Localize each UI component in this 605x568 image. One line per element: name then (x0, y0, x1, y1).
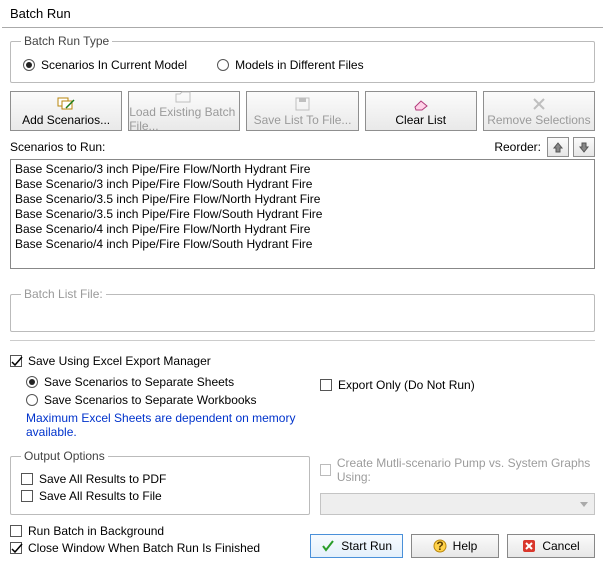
run-background-check[interactable]: Run Batch in Background (10, 524, 260, 538)
graphs-select (320, 493, 595, 515)
batch-run-type-legend: Batch Run Type (21, 34, 112, 48)
create-graphs-check: Create Mutli-scenario Pump vs. System Gr… (320, 456, 595, 484)
reorder-label: Reorder: (494, 140, 541, 154)
button-label: Cancel (542, 539, 579, 553)
check-label: Export Only (Do Not Run) (338, 378, 475, 392)
eraser-icon (412, 96, 430, 112)
save-file-check[interactable]: Save All Results to File (21, 489, 299, 503)
clear-list-button[interactable]: Clear List (365, 91, 477, 131)
radio-dot-icon (23, 59, 35, 71)
svg-text:?: ? (436, 539, 443, 553)
list-item[interactable]: Base Scenario/3 inch Pipe/Fire Flow/Nort… (15, 162, 590, 177)
checkbox-icon (21, 490, 33, 502)
radio-dot-icon (26, 394, 38, 406)
save-excel-check[interactable]: Save Using Excel Export Manager (10, 354, 211, 368)
batch-list-file-legend: Batch List File: (21, 287, 106, 301)
list-item[interactable]: Base Scenario/4 inch Pipe/Fire Flow/Nort… (15, 222, 590, 237)
add-scenarios-button[interactable]: Add Scenarios... (10, 91, 122, 131)
radio-label: Save Scenarios to Separate Sheets (44, 375, 234, 389)
check-label: Save Using Excel Export Manager (28, 354, 211, 368)
output-options-group: Output Options Save All Results to PDF S… (10, 449, 310, 515)
arrow-up-icon (552, 141, 564, 153)
checkbox-icon (21, 473, 33, 485)
radio-models-different-files[interactable]: Models in Different Files (217, 58, 364, 72)
scenarios-label: Scenarios to Run: (10, 140, 105, 154)
button-label: Save List To File... (254, 113, 352, 127)
check-label: Save All Results to File (39, 489, 162, 503)
radio-label: Scenarios In Current Model (41, 58, 187, 72)
radio-scenarios-current-model[interactable]: Scenarios In Current Model (23, 58, 187, 72)
checkbox-icon (10, 542, 22, 554)
check-icon (321, 539, 335, 553)
button-label: Remove Selections (487, 113, 590, 127)
toolbar: Add Scenarios... Load Existing Batch Fil… (10, 91, 595, 131)
window-title: Batch Run (0, 0, 605, 25)
remove-selections-button: Remove Selections (483, 91, 595, 131)
scenarios-listbox[interactable]: Base Scenario/3 inch Pipe/Fire Flow/Nort… (10, 159, 595, 269)
radio-dot-icon (26, 376, 38, 388)
save-list-button: Save List To File... (246, 91, 358, 131)
check-label: Save All Results to PDF (39, 472, 166, 486)
output-options-legend: Output Options (21, 449, 108, 463)
radio-separate-sheets[interactable]: Save Scenarios to Separate Sheets (26, 375, 310, 389)
excel-hint: Maximum Excel Sheets are dependent on me… (26, 411, 310, 439)
save-pdf-check[interactable]: Save All Results to PDF (21, 472, 299, 486)
cancel-button[interactable]: Cancel (507, 534, 595, 558)
button-label: Add Scenarios... (22, 113, 110, 127)
check-label: Create Mutli-scenario Pump vs. System Gr… (337, 456, 595, 484)
checkbox-icon (10, 525, 22, 537)
check-label: Run Batch in Background (28, 524, 164, 538)
folder-open-icon (175, 90, 193, 104)
button-label: Help (453, 539, 478, 553)
save-icon (295, 96, 311, 112)
title-divider (2, 27, 603, 28)
list-item[interactable]: Base Scenario/4 inch Pipe/Fire Flow/Sout… (15, 237, 590, 252)
radio-label: Models in Different Files (235, 58, 364, 72)
cancel-icon (522, 539, 536, 553)
checkbox-icon (320, 379, 332, 391)
batch-list-file-group: Batch List File: (10, 287, 595, 332)
arrow-down-icon (578, 141, 590, 153)
reorder-down-button[interactable] (573, 137, 595, 157)
load-batch-file-button: Load Existing Batch File... (128, 91, 240, 131)
check-label: Close Window When Batch Run Is Finished (28, 541, 260, 555)
list-item[interactable]: Base Scenario/3.5 inch Pipe/Fire Flow/No… (15, 192, 590, 207)
list-item[interactable]: Base Scenario/3 inch Pipe/Fire Flow/Sout… (15, 177, 590, 192)
list-item[interactable]: Base Scenario/3.5 inch Pipe/Fire Flow/So… (15, 207, 590, 222)
add-scenarios-icon (57, 96, 75, 112)
close-icon (532, 96, 546, 112)
batch-run-type-group: Batch Run Type Scenarios In Current Mode… (10, 34, 595, 83)
radio-dot-icon (217, 59, 229, 71)
reorder-up-button[interactable] (547, 137, 569, 157)
button-label: Start Run (341, 539, 392, 553)
help-icon: ? (433, 539, 447, 553)
button-label: Load Existing Batch File... (129, 105, 239, 133)
radio-separate-workbooks[interactable]: Save Scenarios to Separate Workbooks (26, 393, 310, 407)
export-only-check[interactable]: Export Only (Do Not Run) (320, 378, 475, 392)
radio-label: Save Scenarios to Separate Workbooks (44, 393, 257, 407)
checkbox-icon (10, 355, 22, 367)
button-label: Clear List (395, 113, 446, 127)
checkbox-icon (320, 464, 331, 476)
help-button[interactable]: ? Help (411, 534, 499, 558)
close-window-check[interactable]: Close Window When Batch Run Is Finished (10, 541, 260, 555)
start-run-button[interactable]: Start Run (310, 534, 403, 558)
